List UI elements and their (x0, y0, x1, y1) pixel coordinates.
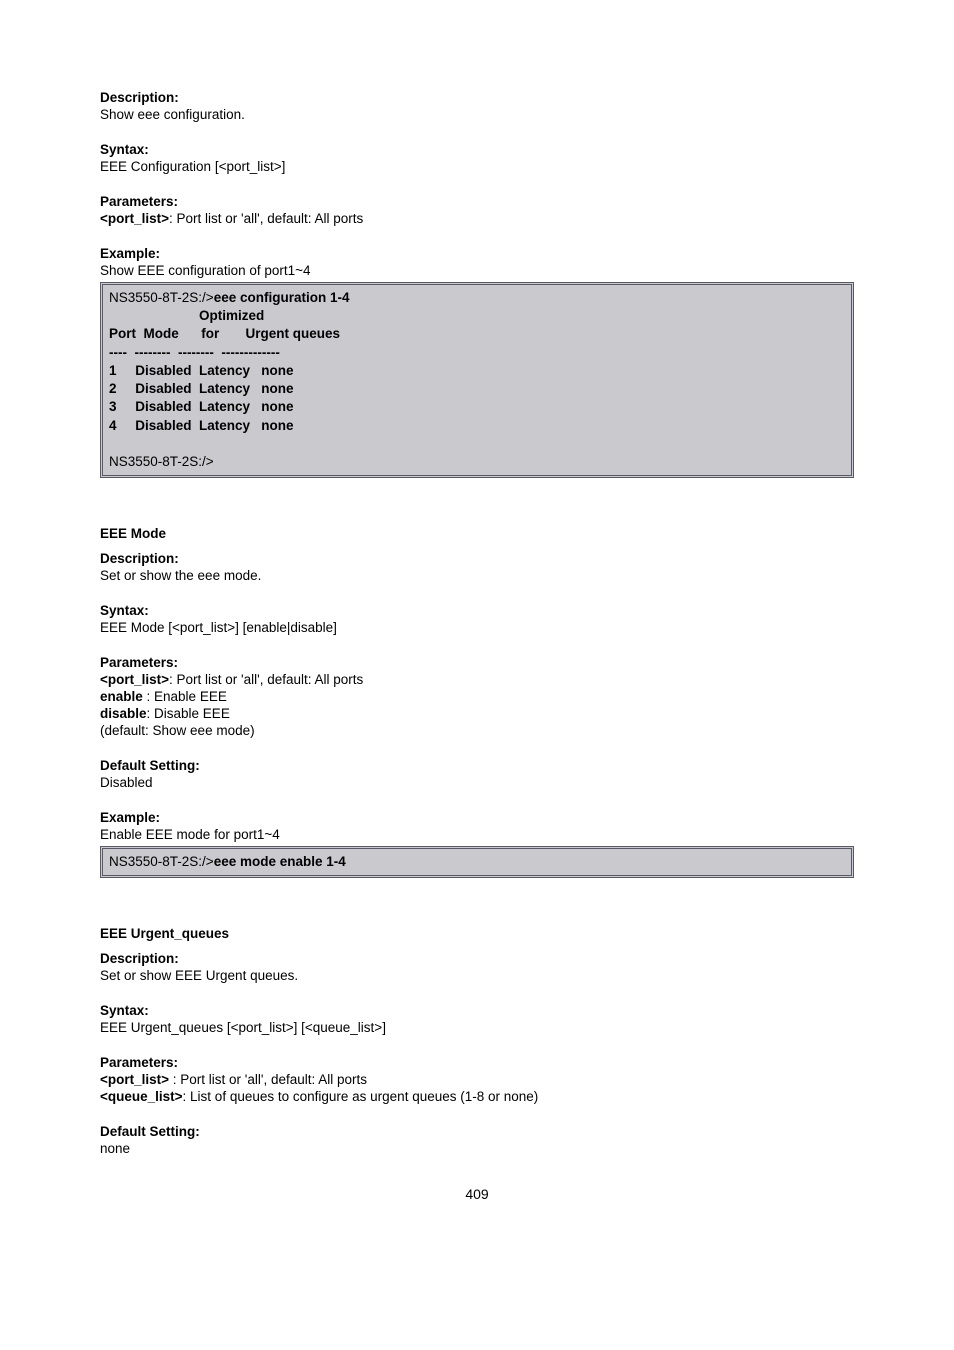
param-default: (default: Show eee mode) (100, 723, 854, 738)
param-line: <queue_list>: List of queues to configur… (100, 1089, 854, 1104)
description-label: Description: (100, 90, 854, 105)
code-box: NS3550-8T-2S:/>eee configuration 1-4 Opt… (100, 282, 854, 478)
default-text: Disabled (100, 775, 854, 790)
parameters-label: Parameters: (100, 655, 854, 670)
default-text: none (100, 1141, 854, 1156)
description-label: Description: (100, 551, 854, 566)
param-line: <port_list>: Port list or 'all', default… (100, 211, 854, 226)
eee-configuration-section: Description: Show eee configuration. Syn… (100, 90, 854, 478)
default-label: Default Setting: (100, 758, 854, 773)
page-number: 409 (100, 1186, 854, 1202)
param-line: <port_list>: Port list or 'all', default… (100, 672, 854, 687)
param-line: disable: Disable EEE (100, 706, 854, 721)
section-title: EEE Urgent_queues (100, 926, 854, 941)
example-label: Example: (100, 246, 854, 261)
param-line: enable : Enable EEE (100, 689, 854, 704)
eee-mode-section: EEE Mode Description: Set or show the ee… (100, 526, 854, 878)
description-text: Set or show the eee mode. (100, 568, 854, 583)
example-label: Example: (100, 810, 854, 825)
param-desc: : Port list or 'all', default: All ports (169, 672, 363, 687)
code-box: NS3550-8T-2S:/>eee mode enable 1-4 (100, 846, 854, 878)
param-desc: : List of queues to configure as urgent … (183, 1089, 539, 1104)
syntax-text: EEE Mode [<port_list>] [enable|disable] (100, 620, 854, 635)
param-key: <port_list> (100, 672, 169, 687)
code-prompt: NS3550-8T-2S:/> (109, 854, 214, 869)
syntax-text: EEE Configuration [<port_list>] (100, 159, 854, 174)
description-label: Description: (100, 951, 854, 966)
param-key: disable (100, 706, 147, 721)
syntax-text: EEE Urgent_queues [<port_list>] [<queue_… (100, 1020, 854, 1035)
syntax-label: Syntax: (100, 603, 854, 618)
eee-urgent-queues-section: EEE Urgent_queues Description: Set or sh… (100, 926, 854, 1156)
param-desc: : Port list or 'all', default: All ports (173, 1072, 367, 1087)
default-label: Default Setting: (100, 1124, 854, 1139)
example-text: Enable EEE mode for port1~4 (100, 827, 854, 842)
param-desc: : Enable EEE (147, 689, 227, 704)
param-desc: : Port list or 'all', default: All ports (169, 211, 363, 226)
description-text: Set or show EEE Urgent queues. (100, 968, 854, 983)
param-key: <queue_list> (100, 1089, 183, 1104)
param-desc: : Disable EEE (147, 706, 230, 721)
code-cmd: eee mode enable 1-4 (214, 854, 346, 869)
syntax-label: Syntax: (100, 1003, 854, 1018)
description-text: Show eee configuration. (100, 107, 854, 122)
code-prompt: NS3550-8T-2S:/> (109, 290, 214, 305)
param-key: <port_list> (100, 1072, 173, 1087)
code-cmd: eee configuration 1-4 (214, 290, 350, 305)
param-key: enable (100, 689, 147, 704)
syntax-label: Syntax: (100, 142, 854, 157)
param-line: <port_list> : Port list or 'all', defaul… (100, 1072, 854, 1087)
code-body: Optimized Port Mode for Urgent queues --… (109, 308, 340, 432)
code-tail-prompt: NS3550-8T-2S:/> (109, 454, 214, 469)
page-content: Description: Show eee configuration. Syn… (0, 0, 954, 1232)
parameters-label: Parameters: (100, 194, 854, 209)
section-title: EEE Mode (100, 526, 854, 541)
param-key: <port_list> (100, 211, 169, 226)
parameters-label: Parameters: (100, 1055, 854, 1070)
example-text: Show EEE configuration of port1~4 (100, 263, 854, 278)
